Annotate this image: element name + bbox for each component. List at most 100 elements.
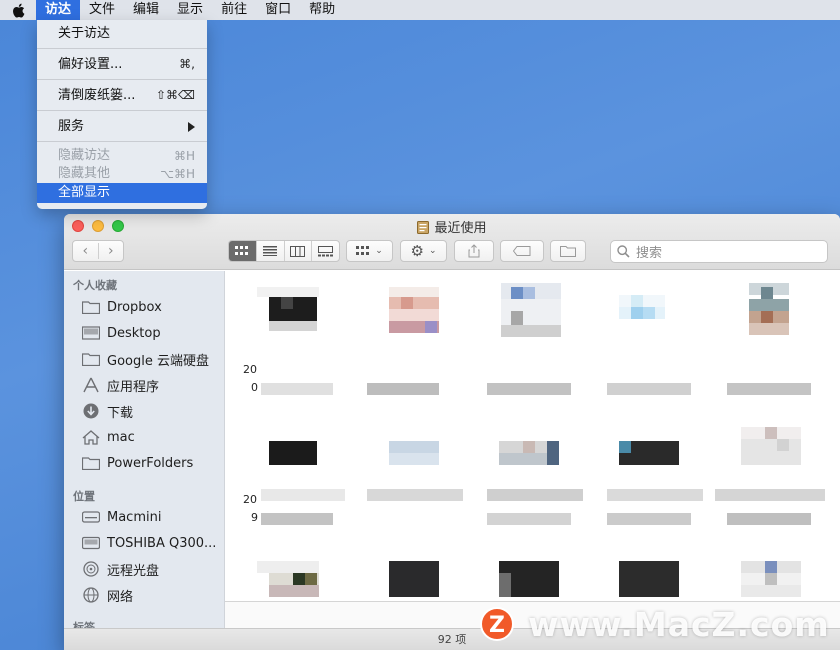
folder-icon bbox=[81, 455, 101, 471]
file-thumbnail[interactable] bbox=[501, 283, 561, 343]
file-caption bbox=[487, 513, 571, 525]
list-view-button[interactable] bbox=[255, 241, 284, 261]
sidebar-item-label: Dropbox bbox=[107, 299, 162, 315]
menubar-finder[interactable]: 访达 bbox=[36, 0, 81, 20]
sidebar-item-label: Google 云端硬盘 bbox=[107, 353, 209, 369]
menubar-go[interactable]: 前往 bbox=[212, 0, 256, 20]
file-thumbnail[interactable] bbox=[389, 441, 439, 465]
menu-item-services[interactable]: 服务 bbox=[37, 116, 207, 137]
menu-item-shortcut: ⌘H bbox=[173, 149, 195, 163]
columns-icon bbox=[290, 245, 306, 257]
file-thumbnail[interactable] bbox=[619, 561, 679, 597]
share-button[interactable] bbox=[454, 240, 494, 262]
sidebar: 个人收藏 Dropbox Desktop Google 云端硬盘 应用程序 下载… bbox=[64, 271, 225, 631]
gallery-view-button[interactable] bbox=[311, 241, 339, 261]
file-caption bbox=[261, 489, 345, 501]
sidebar-header-favorites: 个人收藏 bbox=[73, 279, 117, 292]
column-view-button[interactable] bbox=[283, 241, 312, 261]
file-thumbnail[interactable] bbox=[257, 561, 319, 601]
file-caption bbox=[367, 383, 439, 395]
sidebar-item-applications[interactable]: 应用程序 bbox=[81, 375, 159, 395]
menu-item-empty-trash[interactable]: 清倒废纸篓... ⇧⌘⌫ bbox=[37, 85, 207, 106]
home-icon bbox=[81, 429, 101, 445]
sidebar-item-label: 应用程序 bbox=[107, 379, 160, 395]
file-thumbnail[interactable] bbox=[389, 287, 439, 335]
sidebar-item-label: TOSHIBA Q300... bbox=[107, 535, 217, 551]
file-thumbnail[interactable] bbox=[499, 561, 559, 597]
drive-icon bbox=[81, 535, 101, 551]
menubar-help[interactable]: 帮助 bbox=[300, 0, 344, 20]
menu-item-shortcut: ⌘, bbox=[179, 57, 195, 71]
folder-icon bbox=[81, 351, 101, 367]
file-caption bbox=[607, 513, 691, 525]
file-caption-fragment: 20 bbox=[243, 363, 257, 376]
chevron-down-icon: ⌄ bbox=[375, 246, 383, 256]
file-caption bbox=[487, 489, 583, 501]
file-thumbnail[interactable] bbox=[619, 441, 679, 465]
action-button[interactable]: ⚙ ⌄ bbox=[400, 240, 447, 262]
file-thumbnail[interactable] bbox=[741, 427, 801, 465]
menu-item-label: 服务 bbox=[58, 119, 85, 134]
menubar-window[interactable]: 窗口 bbox=[256, 0, 300, 20]
menubar-edit[interactable]: 编辑 bbox=[124, 0, 168, 20]
sidebar-header-locations: 位置 bbox=[73, 490, 95, 503]
file-caption bbox=[367, 489, 463, 501]
tag-icon bbox=[513, 246, 531, 256]
chevron-down-icon: ⌄ bbox=[428, 246, 437, 256]
menu-item-about[interactable]: 关于访达 bbox=[37, 23, 207, 44]
icon-view-button[interactable] bbox=[229, 241, 256, 261]
computer-icon bbox=[81, 509, 101, 525]
menu-separator bbox=[37, 79, 207, 80]
item-count: 92 项 bbox=[437, 633, 467, 646]
file-thumbnail[interactable] bbox=[741, 561, 801, 601]
file-caption bbox=[715, 489, 825, 501]
list-icon bbox=[263, 246, 278, 256]
back-button[interactable]: ‹ bbox=[73, 243, 98, 259]
file-thumbnail[interactable] bbox=[749, 283, 789, 343]
sidebar-item-label: 网络 bbox=[107, 589, 134, 605]
search-field[interactable]: 搜索 bbox=[610, 240, 828, 263]
menubar-view[interactable]: 显示 bbox=[168, 0, 212, 20]
watermark-text: www.MacZ.com bbox=[528, 604, 830, 644]
menu-item-label: 清倒废纸篓... bbox=[58, 88, 136, 103]
file-grid: 20 0 20 9 bbox=[225, 271, 840, 601]
sidebar-item-remote-disc[interactable]: 远程光盘 bbox=[81, 559, 159, 579]
sidebar-item-google-drive[interactable]: Google 云端硬盘 bbox=[81, 349, 209, 369]
sidebar-item-label: 远程光盘 bbox=[107, 563, 160, 579]
forward-button[interactable]: › bbox=[97, 243, 124, 259]
menu-item-shortcut: ⌥⌘H bbox=[160, 167, 195, 181]
recents-icon bbox=[417, 221, 430, 234]
finder-menu: 关于访达 偏好设置... ⌘, 清倒废纸篓... ⇧⌘⌫ 服务 隐藏访达 ⌘H … bbox=[37, 20, 207, 209]
menu-item-preferences[interactable]: 偏好设置... ⌘, bbox=[37, 54, 207, 75]
search-placeholder: 搜索 bbox=[636, 246, 663, 261]
file-thumbnail[interactable] bbox=[269, 441, 317, 465]
sidebar-item-macmini[interactable]: Macmini bbox=[81, 507, 161, 527]
tags-button[interactable] bbox=[500, 240, 544, 262]
apple-menu-icon[interactable] bbox=[0, 0, 36, 20]
file-thumbnail[interactable] bbox=[257, 287, 319, 335]
menu-bar: 访达 文件 编辑 显示 前往 窗口 帮助 bbox=[0, 0, 840, 20]
watermark-logo: Z bbox=[480, 607, 514, 641]
sidebar-item-toshiba[interactable]: TOSHIBA Q300... bbox=[81, 533, 216, 553]
file-caption bbox=[607, 489, 703, 501]
file-thumbnail[interactable] bbox=[499, 441, 559, 465]
sidebar-item-home[interactable]: mac bbox=[81, 427, 135, 447]
file-thumbnail[interactable] bbox=[619, 295, 665, 331]
menubar-file[interactable]: 文件 bbox=[80, 0, 124, 20]
sidebar-item-desktop[interactable]: Desktop bbox=[81, 323, 161, 343]
file-caption-fragment: 9 bbox=[251, 511, 258, 524]
window-title: 最近使用 bbox=[64, 217, 840, 236]
file-caption bbox=[261, 383, 333, 395]
window-title-text: 最近使用 bbox=[434, 221, 487, 236]
gear-icon: ⚙ bbox=[410, 242, 424, 260]
sidebar-item-dropbox[interactable]: Dropbox bbox=[81, 297, 162, 317]
group-by-button[interactable]: ⌄ bbox=[346, 240, 393, 262]
sidebar-item-downloads[interactable]: 下载 bbox=[81, 401, 133, 421]
new-folder-button[interactable] bbox=[550, 240, 586, 262]
sidebar-item-powerfolders[interactable]: PowerFolders bbox=[81, 453, 193, 473]
menu-separator bbox=[37, 141, 207, 142]
menu-item-show-all[interactable]: 全部显示 bbox=[37, 183, 207, 203]
file-thumbnail[interactable] bbox=[389, 561, 439, 597]
sidebar-item-network[interactable]: 网络 bbox=[81, 585, 133, 605]
menu-item-label: 关于访达 bbox=[58, 26, 111, 41]
